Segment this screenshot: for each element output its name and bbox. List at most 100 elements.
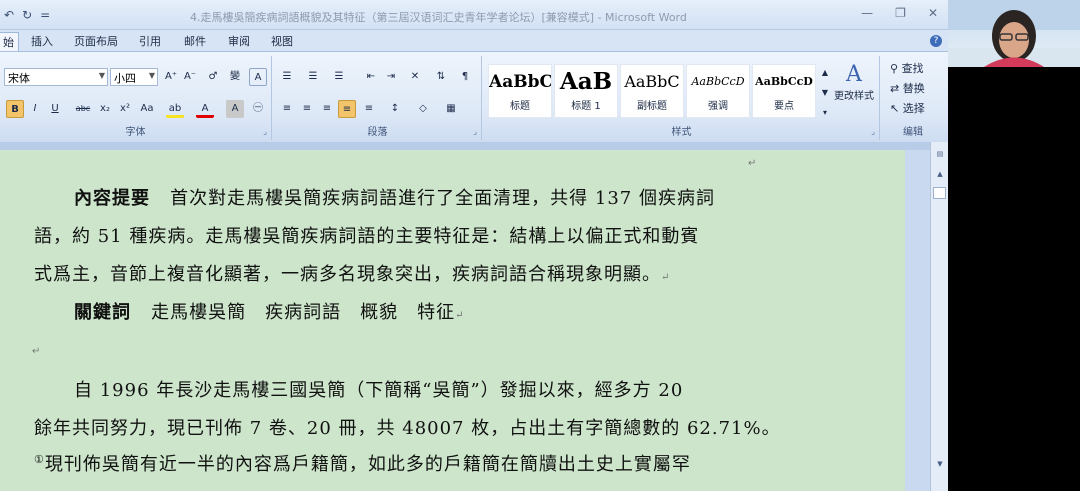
undo-icon[interactable]: ↶ (4, 8, 14, 22)
subscript-button[interactable]: x₂ (96, 100, 114, 118)
find-button[interactable]: ⚲ 查找 (890, 60, 924, 76)
distributed-button[interactable]: ≡ (360, 100, 378, 118)
shrink-font-button[interactable]: A⁻ (181, 68, 199, 86)
styles-more-icon[interactable]: ▾ (816, 104, 834, 122)
align-left-button[interactable]: ≡ (278, 100, 296, 118)
empty-paragraph-mark: ↵ (32, 346, 41, 357)
style-subtitle[interactable]: AaBbC 副标题 (620, 64, 684, 118)
editing-group-label: 编辑 (903, 127, 923, 138)
scroll-up-icon[interactable]: ▲ (934, 170, 946, 180)
document-page: ↵ 內容提要 首次對走馬樓吳簡疾病詞語進行了全面清理，共得 137 個疾病詞 語… (0, 150, 905, 491)
tab-mailings[interactable]: 邮件 (184, 33, 206, 49)
bullets-button[interactable]: ☰ (278, 68, 296, 86)
editing-group: ⚲ 查找 ⇄ 替换 ↖ 选择 编辑 (882, 56, 944, 140)
title-bar: ↶ ↻ = 4.走馬樓吳簡疾病詞語概貌及其特征（第三屆汉语词汇史青年学者论坛）[… (0, 0, 948, 30)
char-shading-button[interactable]: A (226, 100, 244, 118)
tab-review[interactable]: 审阅 (228, 33, 250, 49)
italic-button[interactable]: I (26, 100, 44, 118)
paragraph-mark: ↵ (748, 158, 757, 169)
quick-access-toolbar: ↶ ↻ = (4, 8, 50, 22)
tab-page-layout[interactable]: 页面布局 (74, 33, 118, 49)
replace-icon: ⇄ (890, 82, 900, 95)
paragraph-group-label: 段落 (367, 127, 388, 138)
increase-indent-button[interactable]: ⇥ (382, 68, 400, 86)
style-strong[interactable]: AaBbCcD 要点 (752, 64, 816, 118)
paragraph-group: ☰ ☰ ☰ ⇤ ⇥ ✕ ⇅ ¶ ≡ ≡ ≡ ≡ ≡ ↕ ◇ ▦ 段落 ⌟ (274, 56, 482, 140)
enclose-char-button[interactable]: ㊀ (249, 100, 267, 118)
show-marks-button[interactable]: ¶ (456, 68, 474, 86)
phonetic-guide-button[interactable]: 變 (226, 68, 244, 86)
chinese-layout-button[interactable]: ✕ (406, 68, 424, 86)
customize-qat-icon[interactable]: = (40, 8, 50, 22)
vertical-scrollbar[interactable]: ▤ ▲ ▼ (930, 142, 948, 491)
word-window: ↶ ↻ = 4.走馬樓吳簡疾病詞語概貌及其特征（第三屆汉语词汇史青年学者论坛）[… (0, 0, 948, 491)
tab-home[interactable]: 始 (0, 32, 19, 51)
redo-icon[interactable]: ↻ (22, 8, 32, 22)
window-controls: — ❐ ✕ (861, 6, 938, 20)
minimize-icon[interactable]: — (861, 6, 873, 20)
dialog-launcher-icon[interactable]: ⌟ (263, 127, 267, 136)
style-emphasis[interactable]: AaBbCcD 强调 (686, 64, 750, 118)
sort-button[interactable]: ⇅ (432, 68, 450, 86)
superscript-button[interactable]: x² (116, 100, 134, 118)
scroll-thumb[interactable] (933, 187, 946, 199)
body-line-1: 自 1996 年長沙走馬樓三國吳簡（下簡稱“吳簡”）發掘以來，經多方 20 (74, 380, 684, 401)
decrease-indent-button[interactable]: ⇤ (362, 68, 380, 86)
borders-button[interactable]: ▦ (442, 100, 460, 118)
line-spacing-button[interactable]: ↕ (386, 100, 404, 118)
abstract-line-2: 語，約 51 種疾病。走馬樓吳簡疾病詞語的主要特征是：結構上以偏正式和動賓 (34, 226, 700, 247)
clear-format-button[interactable]: ♂ (204, 68, 222, 86)
horizontal-ruler (0, 142, 930, 150)
align-right-button[interactable]: ≡ (318, 100, 336, 118)
highlight-button[interactable]: ab (166, 100, 184, 118)
font-group: 宋体 ▼ 小四 ▼ A⁺ A⁻ ♂ 變 A B I U abc x₂ x² Aa a… (0, 56, 272, 140)
shading-button[interactable]: ◇ (414, 100, 432, 118)
char-border-button[interactable]: A (249, 68, 267, 86)
presenter-avatar (948, 0, 1080, 67)
keywords-line: 關鍵詞 走馬樓吳簡 疾病詞語 概貌 特征↵ (74, 302, 465, 323)
strikethrough-button[interactable]: abc (74, 100, 92, 118)
cursor-icon: ↖ (890, 102, 900, 115)
grow-font-button[interactable]: A⁺ (162, 68, 180, 86)
multilevel-list-button[interactable]: ☰ (330, 68, 348, 86)
numbering-button[interactable]: ☰ (304, 68, 322, 86)
style-title[interactable]: AaBbC 标题 (488, 64, 552, 118)
font-size-combo[interactable]: 小四 ▼ (110, 68, 158, 86)
font-group-label: 字体 (125, 127, 146, 138)
change-styles-icon: A (846, 62, 862, 87)
scroll-down-icon[interactable]: ▼ (934, 460, 946, 470)
abstract-line-3: 式爲主，音節上複音化顯著，一病多名現象突出，疾病詞語合稱現象明顯。↵ (34, 264, 671, 285)
chevron-down-icon: ▼ (98, 71, 105, 80)
font-color-button[interactable]: A (196, 100, 214, 118)
tab-references[interactable]: 引用 (139, 33, 161, 49)
select-button[interactable]: ↖ 选择 (890, 100, 925, 116)
bold-button[interactable]: B (6, 100, 24, 118)
styles-group-label: 样式 (671, 127, 692, 138)
close-icon[interactable]: ✕ (928, 6, 938, 20)
tab-view[interactable]: 视图 (271, 33, 293, 49)
dialog-launcher-icon[interactable]: ⌟ (871, 127, 875, 136)
abstract-label: 內容提要 (74, 188, 150, 209)
window-title: 4.走馬樓吳簡疾病詞語概貌及其特征（第三屆汉语词汇史青年学者论坛）[兼容模式] … (190, 11, 687, 24)
change-case-button[interactable]: Aa (138, 100, 156, 118)
align-center-button[interactable]: ≡ (298, 100, 316, 118)
help-icon[interactable]: ? (930, 35, 942, 47)
ruler-toggle-icon[interactable]: ▤ (934, 150, 946, 160)
replace-button[interactable]: ⇄ 替换 (890, 80, 925, 96)
styles-group: AaBbC 标题 AaB 标题 1 AaBbC 副标题 AaBbCcD 强调 A… (484, 56, 880, 140)
keywords-text: 走馬樓吳簡 疾病詞語 概貌 特征 (151, 302, 456, 323)
ribbon: 宋体 ▼ 小四 ▼ A⁺ A⁻ ♂ 變 A B I U abc x₂ x² Aa a… (0, 52, 948, 142)
tab-insert[interactable]: 插入 (31, 33, 53, 49)
dialog-launcher-icon[interactable]: ⌟ (473, 127, 477, 136)
style-heading-1[interactable]: AaB 标题 1 (554, 64, 618, 118)
underline-button[interactable]: U (46, 100, 64, 118)
font-name-combo[interactable]: 宋体 ▼ (4, 68, 108, 86)
change-styles-button[interactable]: A 更改样式 (832, 62, 876, 102)
justify-button[interactable]: ≡ (338, 100, 356, 118)
webcam-video (948, 0, 1080, 67)
footnote-ref[interactable]: ① (34, 453, 45, 466)
body-line-3: ①現刊佈吳簡有近一半的內容爲戶籍簡，如此多的戶籍簡在簡牘出土史上實屬罕 (34, 453, 691, 475)
chevron-down-icon: ▼ (148, 71, 155, 80)
restore-icon[interactable]: ❐ (895, 6, 906, 20)
keywords-label: 關鍵詞 (74, 302, 131, 323)
